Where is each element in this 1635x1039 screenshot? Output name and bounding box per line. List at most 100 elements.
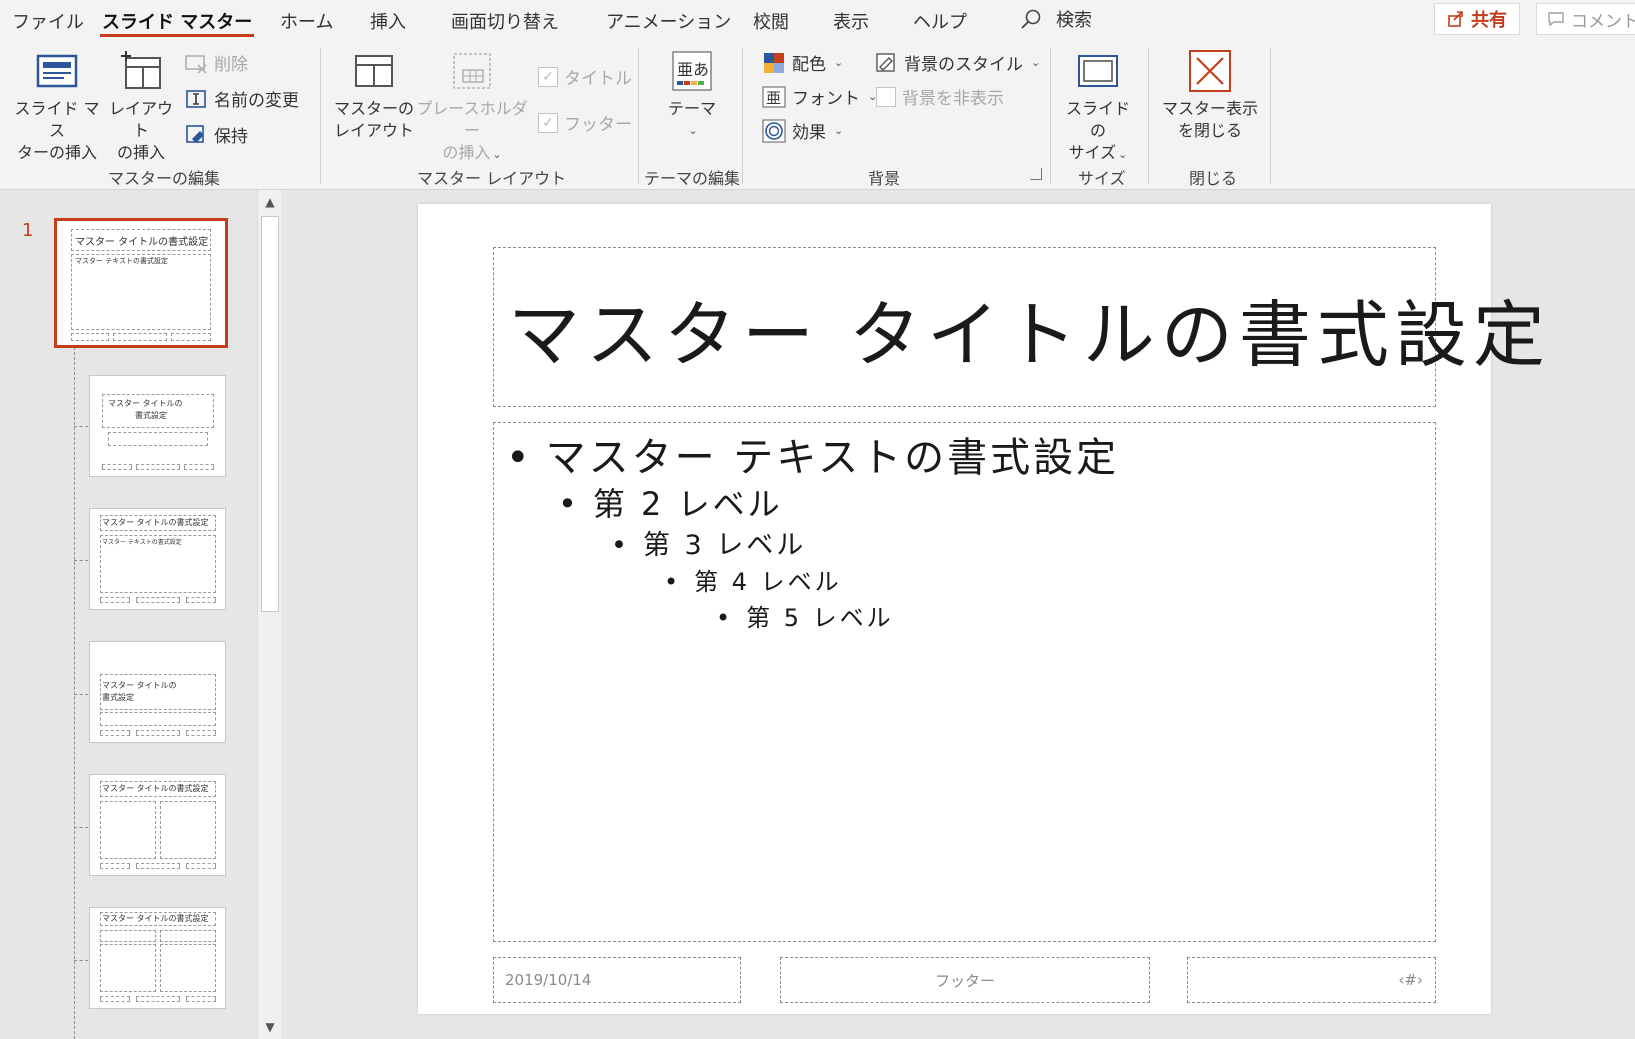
placeholder-icon: [453, 53, 491, 89]
tab-file[interactable]: ファイル: [12, 8, 84, 34]
thumb-title-text: 書式設定: [135, 411, 167, 420]
layout-thumbnail-comparison[interactable]: マスター タイトルの書式設定: [89, 907, 226, 1009]
thumb-date-placeholder: [102, 464, 132, 470]
tab-view[interactable]: 表示: [833, 8, 869, 34]
delete-button[interactable]: 削除: [184, 50, 248, 75]
ribbon-separator: [742, 48, 743, 184]
thumb-number-placeholder: [186, 863, 216, 869]
background-styles-label: 背景のスタイル: [904, 55, 1023, 75]
close-master-view-button[interactable]: マスター表示 を閉じる: [1160, 48, 1260, 142]
comment-button[interactable]: コメント: [1536, 3, 1635, 35]
thumb-right-placeholder: [160, 944, 216, 992]
ribbon-separator: [638, 48, 639, 184]
layout-thumbnail-section-header[interactable]: マスター タイトルの 書式設定: [89, 641, 226, 743]
thumb-footer-placeholder: [136, 464, 180, 470]
rename-button[interactable]: 名前の変更: [184, 86, 299, 111]
slide-number-placeholder[interactable]: ‹#›: [1187, 957, 1436, 1003]
insert-slide-master-button[interactable]: スライド マス ターの挿入: [12, 48, 102, 164]
footer-text: フッター: [934, 971, 995, 990]
theme-label: テーマ: [667, 99, 716, 118]
share-button[interactable]: 共有: [1434, 3, 1520, 35]
thumb-left-header-placeholder: [100, 930, 156, 942]
body-level-4: • 第 4 レベル: [664, 568, 842, 596]
thumb-footer-placeholder: [136, 730, 180, 736]
close-master-label-2: を閉じる: [1177, 121, 1242, 140]
fonts-button[interactable]: 亜 フォント ⌄: [762, 84, 877, 109]
background-styles-button[interactable]: 背景のスタイル ⌄: [874, 50, 1040, 75]
preserve-button[interactable]: 保持: [184, 122, 248, 147]
share-icon: [1448, 11, 1463, 27]
slide-editor-area: マスター タイトルの書式設定 • マスター テキストの書式設定 • 第 2 レベル …: [282, 190, 1635, 1039]
slide-master-thumbnail[interactable]: マスター タイトルの書式設定 マスター テキストの書式設定: [54, 218, 228, 348]
insert-master-label-1: スライド マス: [14, 99, 100, 140]
scroll-up-arrow-icon[interactable]: ▲: [258, 190, 282, 214]
thumb-subtitle-placeholder: [108, 432, 208, 446]
thumb-date-placeholder: [71, 333, 109, 341]
background-dialog-launcher-icon[interactable]: [1030, 168, 1042, 180]
footer-checkbox[interactable]: ✓ フッター: [538, 110, 632, 135]
tab-insert[interactable]: 挿入: [370, 8, 406, 34]
thumb-title-text: マスター タイトルの書式設定: [75, 237, 209, 248]
body-level-5: • 第 5 レベル: [716, 604, 894, 632]
scrollbar-thumb[interactable]: [261, 216, 279, 612]
master-layout-icon: [355, 55, 393, 87]
background-styles-chevron-icon: ⌄: [1031, 56, 1041, 69]
tree-connector: [74, 560, 88, 561]
slide-size-label-2: サイズ ⌄: [1068, 143, 1128, 162]
tab-help[interactable]: ヘルプ: [913, 8, 967, 34]
layout-thumbnail-title-slide[interactable]: マスター タイトルの 書式設定: [89, 375, 226, 477]
thumb-date-placeholder: [100, 597, 130, 603]
thumb-date-placeholder: [100, 863, 130, 869]
thumb-title-text: マスター タイトルの: [102, 681, 177, 690]
tab-animations[interactable]: アニメーション: [606, 8, 731, 34]
svg-text:亜: 亜: [766, 89, 781, 107]
thumb-title-text: 書式設定: [102, 693, 134, 702]
tab-transitions[interactable]: 画面切り替え: [451, 8, 559, 34]
insert-layout-label-1: レイアウト: [108, 99, 173, 140]
group-label-master-edit: マスターの編集: [108, 169, 221, 188]
footer-placeholder[interactable]: フッター: [780, 957, 1150, 1003]
body-level-3: • 第 3 レベル: [611, 530, 807, 561]
background-styles-icon: [876, 52, 895, 72]
rename-label: 名前の変更: [214, 91, 299, 111]
tab-slide-master[interactable]: スライド マスター: [99, 8, 255, 37]
fonts-label: フォント: [792, 89, 860, 109]
thumb-body-text: マスター テキストの書式設定: [102, 539, 182, 546]
thumb-title-text: マスター タイトルの書式設定: [102, 518, 209, 527]
hide-background-checkbox[interactable]: 背景を非表示: [876, 84, 1004, 109]
hide-background-check-icon: [876, 86, 896, 107]
date-placeholder[interactable]: 2019/10/14: [493, 957, 741, 1003]
master-layout-button[interactable]: マスターの レイアウト: [334, 48, 414, 142]
title-check-label: タイトル: [564, 69, 632, 89]
master-layout-label-1: マスターの: [334, 99, 415, 118]
master-layout-label-2: レイアウト: [334, 121, 415, 140]
thumb-footer-placeholder: [136, 597, 180, 603]
ribbon-separator: [1148, 48, 1149, 184]
share-label: 共有: [1471, 10, 1507, 31]
insert-layout-button[interactable]: レイアウト の挿入: [104, 48, 178, 164]
thumb-footer-placeholder: [136, 863, 180, 869]
placeholder-label-1: プレースホルダー: [416, 99, 528, 140]
thumb-title-text: マスター タイトルの書式設定: [102, 784, 209, 793]
title-checkbox[interactable]: ✓ タイトル: [538, 64, 632, 89]
layout-thumbnail-title-content[interactable]: マスター タイトルの書式設定 マスター テキストの書式設定: [89, 508, 226, 610]
scroll-down-arrow-icon[interactable]: ▼: [258, 1015, 282, 1039]
title-placeholder[interactable]: マスター タイトルの書式設定: [493, 247, 1545, 407]
group-label-background: 背景: [868, 169, 901, 188]
theme-icon: 亜あ: [672, 51, 712, 91]
insert-placeholder-button[interactable]: プレースホルダー の挿入 ⌄: [412, 48, 532, 166]
tab-home[interactable]: ホーム: [280, 8, 333, 34]
slide-canvas: マスター タイトルの書式設定 • マスター テキストの書式設定 • 第 2 レベル …: [418, 204, 1545, 1014]
body-placeholder[interactable]: • マスター テキストの書式設定 • 第 2 レベル • 第 3 レベル • 第 4 レ…: [493, 422, 1436, 942]
delete-icon: [185, 54, 207, 74]
search-box[interactable]: 検索: [1020, 6, 1092, 32]
layout-thumbnail-two-content[interactable]: マスター タイトルの書式設定: [89, 774, 226, 876]
themes-button[interactable]: 亜あ テーマ ⌄: [654, 48, 730, 142]
colors-button[interactable]: 配色 ⌄: [762, 50, 843, 75]
preserve-pin-icon: [186, 124, 204, 143]
thumbnail-scrollbar[interactable]: ▲ ▼: [257, 190, 281, 1039]
tree-connector: [74, 960, 88, 961]
tab-review[interactable]: 校閲: [753, 8, 789, 34]
slide-size-button[interactable]: スライドの サイズ ⌄: [1060, 48, 1136, 166]
effects-button[interactable]: 効果 ⌄: [762, 118, 843, 143]
